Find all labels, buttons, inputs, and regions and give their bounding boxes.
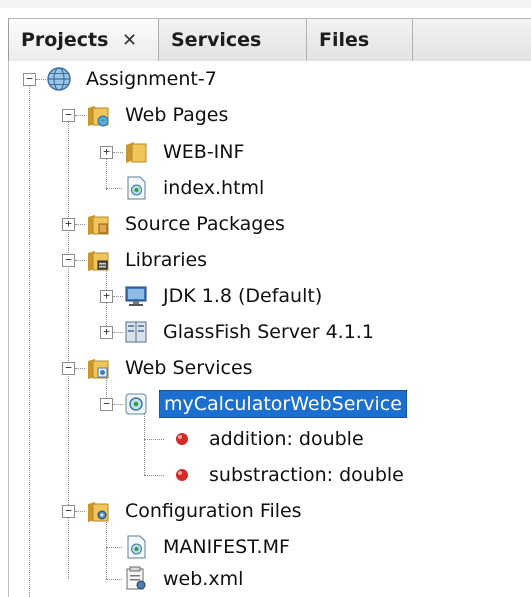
tree-item-substraction[interactable]: substraction: double xyxy=(169,458,408,492)
expand-toggle[interactable]: + xyxy=(100,146,113,159)
tree-item-label: WEB-INF xyxy=(163,141,245,163)
tree-line xyxy=(106,154,107,190)
tree-item-label: addition: double xyxy=(209,428,364,450)
close-icon[interactable]: ✕ xyxy=(122,30,137,51)
html-file-icon xyxy=(123,174,149,202)
collapse-toggle[interactable]: − xyxy=(100,398,113,411)
collapse-toggle[interactable]: − xyxy=(62,254,75,267)
tree-item-label: Web Services xyxy=(125,357,253,379)
tree-line xyxy=(113,152,123,153)
tab-services[interactable]: Services xyxy=(159,19,307,61)
expand-toggle[interactable]: + xyxy=(62,218,75,231)
source-packages-folder-icon xyxy=(85,210,111,238)
tree-line xyxy=(75,511,85,512)
tree-item-web-pages[interactable]: Web Pages xyxy=(85,98,232,132)
operation-icon xyxy=(169,461,195,489)
tree-line xyxy=(144,439,164,440)
tree-item-label: index.html xyxy=(163,177,265,199)
tree-item-addition[interactable]: addition: double xyxy=(169,422,368,456)
collapse-toggle[interactable]: − xyxy=(23,73,36,86)
folder-icon xyxy=(123,138,149,166)
tab-files[interactable]: Files xyxy=(307,19,413,61)
tree-item-label: Assignment-7 xyxy=(86,68,217,90)
tree-line xyxy=(144,475,164,476)
tree-item-label: Configuration Files xyxy=(125,500,302,522)
tree-item-web-xml[interactable]: web.xml xyxy=(123,562,247,596)
tree-item-label: web.xml xyxy=(163,568,244,590)
tree-line xyxy=(113,296,123,297)
tree-item-my-calculator-web-service[interactable]: myCalculatorWebService xyxy=(123,387,407,421)
tree-line xyxy=(113,332,123,333)
tree-line xyxy=(106,579,122,580)
server-icon xyxy=(123,318,149,346)
tree-line xyxy=(75,368,85,369)
tab-files-label: Files xyxy=(319,29,370,51)
tree-item-web-inf[interactable]: WEB-INF xyxy=(123,135,248,169)
globe-icon xyxy=(46,65,72,93)
libraries-folder-icon xyxy=(85,246,111,274)
tree-item-web-services[interactable]: Web Services xyxy=(85,351,257,385)
tree-item-manifest[interactable]: MANIFEST.MF xyxy=(123,530,294,564)
collapse-toggle[interactable]: − xyxy=(62,109,75,122)
tree-item-glassfish[interactable]: GlassFish Server 4.1.1 xyxy=(123,315,378,349)
tree-item-libraries[interactable]: Libraries xyxy=(85,243,211,277)
tree-item-label: MANIFEST.MF xyxy=(163,536,290,558)
tree-item-source-packages[interactable]: Source Packages xyxy=(85,207,289,241)
tree-item-label: GlassFish Server 4.1.1 xyxy=(163,321,374,343)
tree-line xyxy=(36,79,46,80)
collapse-toggle[interactable]: − xyxy=(62,362,75,375)
tree-item-project[interactable]: Assignment-7 xyxy=(46,62,221,96)
tree-line xyxy=(75,224,85,225)
tree-item-jdk[interactable]: JDK 1.8 (Default) xyxy=(123,279,326,313)
tree-item-label: JDK 1.8 (Default) xyxy=(163,285,323,307)
tree-line xyxy=(106,547,122,548)
configuration-folder-icon xyxy=(85,497,111,525)
tree-line xyxy=(106,188,122,189)
tree-line xyxy=(75,115,85,116)
expand-toggle[interactable]: + xyxy=(100,326,113,339)
tab-services-label: Services xyxy=(171,29,262,51)
manifest-file-icon xyxy=(123,533,149,561)
projects-tree-panel: − − + + − + + − − − Assignment-7 Web Pag… xyxy=(8,61,531,597)
collapse-toggle[interactable]: − xyxy=(62,505,75,518)
web-pages-folder-icon xyxy=(85,101,111,129)
tab-projects[interactable]: Projects ✕ xyxy=(8,19,159,61)
tree-item-label: substraction: double xyxy=(209,464,404,486)
web-service-icon xyxy=(123,390,149,418)
tree-item-label: Libraries xyxy=(125,249,208,271)
tree-item-configuration-files[interactable]: Configuration Files xyxy=(85,494,306,528)
web-services-folder-icon xyxy=(85,354,111,382)
tree-item-index-html[interactable]: index.html xyxy=(123,171,268,205)
jdk-monitor-icon xyxy=(123,282,149,310)
tree-item-label: myCalculatorWebService xyxy=(159,390,407,418)
tree-item-label: Web Pages xyxy=(125,104,229,126)
tab-projects-label: Projects xyxy=(21,29,109,51)
window-top-strip xyxy=(0,0,531,8)
tree-item-label: Source Packages xyxy=(125,213,285,235)
xml-file-icon xyxy=(123,565,149,593)
operation-icon xyxy=(169,425,195,453)
tree-line xyxy=(75,260,85,261)
tree-line xyxy=(29,81,30,597)
expand-toggle[interactable]: + xyxy=(100,290,113,303)
tab-bar: Projects ✕ Services Files xyxy=(8,18,531,62)
tree-line xyxy=(113,404,123,405)
